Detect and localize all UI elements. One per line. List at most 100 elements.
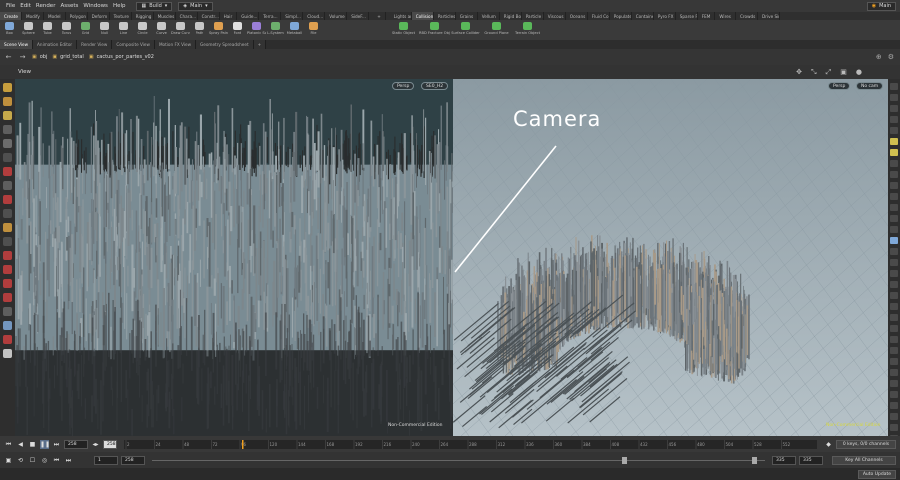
audio-icon[interactable]: ☐: [28, 456, 37, 465]
context-dropdown[interactable]: ◈ Main ▾: [178, 1, 213, 11]
range-end-field-a[interactable]: 258: [121, 455, 145, 465]
display-shaded-icon[interactable]: [890, 116, 898, 123]
snap-grid-icon[interactable]: [3, 167, 12, 176]
pin-icon[interactable]: ⊕: [876, 53, 882, 61]
tool-l-system[interactable]: L-System: [266, 20, 285, 40]
shelf-tab[interactable]: Populate C...: [610, 12, 632, 20]
globe-icon[interactable]: [3, 321, 12, 330]
key-icon[interactable]: ◆: [824, 440, 833, 449]
handle-icon[interactable]: [890, 424, 898, 431]
tool-circle[interactable]: Circle: [133, 20, 152, 40]
display-points-icon[interactable]: [890, 83, 898, 90]
tool-surface-collider[interactable]: Surface Collider: [450, 20, 481, 40]
jump-end-icon[interactable]: ⏭: [52, 440, 61, 449]
pane-tab-animation-editor[interactable]: Animation Editor: [33, 40, 78, 49]
link-icon[interactable]: [890, 325, 898, 332]
rotate-icon[interactable]: [3, 111, 12, 120]
menu-help[interactable]: Help: [113, 3, 126, 9]
magnet-icon[interactable]: [3, 251, 12, 260]
snap-icon[interactable]: ⤡: [811, 68, 817, 77]
geometry-icon[interactable]: [890, 259, 898, 266]
pane-tab-composite-view[interactable]: Composite View: [112, 40, 155, 49]
shelf-tab[interactable]: Rigid Bodies: [500, 12, 522, 20]
shelf-tab[interactable]: Sparse Pyr...: [676, 12, 698, 20]
shelf-tab[interactable]: Cloud...: [303, 12, 326, 20]
tool-ground-plane[interactable]: Ground Plane: [481, 20, 512, 40]
tool-rbd-fracture-object[interactable]: RBD Fracture Object: [419, 20, 450, 40]
back-arrow-icon[interactable]: ←: [4, 53, 13, 62]
pane-tab-geometry-spreadsheet[interactable]: Geometry Spreadsheet: [196, 40, 254, 49]
display-normals-icon[interactable]: [890, 94, 898, 101]
shelf-tab[interactable]: Create: [0, 12, 22, 20]
render-icon[interactable]: [3, 349, 12, 358]
stats-icon[interactable]: [890, 292, 898, 299]
paint-icon[interactable]: [3, 195, 12, 204]
move-icon[interactable]: [3, 97, 12, 106]
shelf-tab[interactable]: Rigging: [132, 12, 154, 20]
pause-icon[interactable]: ❚❚: [40, 439, 50, 449]
range-end-field-c[interactable]: 335: [799, 455, 823, 465]
shelf-tab[interactable]: Collisions: [411, 12, 434, 20]
pane-tab-render-view[interactable]: Render View: [77, 40, 113, 49]
tool-font[interactable]: Font: [228, 20, 247, 40]
scale-icon[interactable]: [3, 125, 12, 134]
shadow-icon[interactable]: [890, 149, 898, 156]
camera-icon[interactable]: ▣: [840, 68, 847, 77]
range-end-icon[interactable]: ⏭: [64, 456, 73, 465]
frame-box[interactable]: 258: [103, 439, 117, 449]
handle-icon[interactable]: [3, 139, 12, 148]
hide-icon[interactable]: [890, 391, 898, 398]
filter-icon[interactable]: [890, 270, 898, 277]
desktop-dropdown[interactable]: ▦ Build ▾: [136, 1, 173, 11]
tool-platonic-solids[interactable]: Platonic Solids: [247, 20, 266, 40]
camera-badge-left[interactable]: SE0_H2: [421, 82, 449, 90]
tool-metaball[interactable]: Metaball: [285, 20, 304, 40]
shelf-tab[interactable]: Texture: [110, 12, 132, 20]
shelf-tab[interactable]: SideF...: [347, 12, 370, 20]
ortho-icon[interactable]: [890, 303, 898, 310]
tool-sphere[interactable]: Sphere: [19, 20, 38, 40]
persp-badge-right[interactable]: Persp: [828, 82, 851, 90]
render-icon[interactable]: [890, 347, 898, 354]
viewport-right[interactable]: Persp No cam Non-Commercial Edition: [453, 79, 888, 436]
shelf-tab[interactable]: Constr...: [198, 12, 220, 20]
shelf-tab[interactable]: Vellum: [478, 12, 500, 20]
select-icon[interactable]: [3, 83, 12, 92]
timeline[interactable]: 2 24 48 72 96 120 144 168 192 216 240 264 288 312 336 3…: [124, 439, 817, 449]
settings-icon[interactable]: ⚙: [888, 53, 894, 61]
lighting-icon[interactable]: [890, 248, 898, 255]
add-pane-tab-icon[interactable]: +: [253, 40, 267, 49]
tool-torus[interactable]: Torus: [57, 20, 76, 40]
tool-line[interactable]: Line: [114, 20, 133, 40]
shelf-tab[interactable]: Model: [44, 12, 66, 20]
display-options-icon[interactable]: ✥: [796, 68, 802, 77]
ghost-icon[interactable]: [890, 160, 898, 167]
shelf-tab[interactable]: Chara...: [176, 12, 198, 20]
pane-tab-motion-fx-view[interactable]: Motion FX View: [154, 40, 197, 49]
menu-assets[interactable]: Assets: [60, 3, 78, 9]
tool-tube[interactable]: Tube: [38, 20, 57, 40]
visualizer-icon[interactable]: [890, 226, 898, 233]
range-slider-handle-start[interactable]: [622, 456, 627, 464]
cam-lock-icon[interactable]: [890, 336, 898, 343]
shelf-tab[interactable]: Terra...: [259, 12, 282, 20]
target-icon[interactable]: [3, 335, 12, 344]
record-icon[interactable]: ●: [856, 68, 862, 77]
range-slider-handle-end[interactable]: [752, 456, 757, 464]
auto-update-button[interactable]: Auto Update: [857, 469, 896, 479]
tool-box[interactable]: Box: [0, 20, 19, 40]
camera-badge-right[interactable]: No cam: [856, 82, 884, 90]
stop-icon[interactable]: ■: [28, 440, 37, 449]
quad-icon[interactable]: [890, 369, 898, 376]
tool-draw-curve[interactable]: Draw Curve: [171, 20, 190, 40]
tool-file[interactable]: File: [304, 20, 323, 40]
menu-render[interactable]: Render: [36, 3, 56, 9]
shelf-tab[interactable]: Polygon: [66, 12, 88, 20]
guides-icon[interactable]: [890, 193, 898, 200]
path-root[interactable]: ▣ obj: [32, 54, 47, 60]
shelf-tab[interactable]: Modify: [22, 12, 44, 20]
add-shelf-tab-icon[interactable]: +: [373, 12, 386, 20]
tool-terrain-object[interactable]: Terrain Object: [512, 20, 543, 40]
light-icon[interactable]: [890, 127, 898, 134]
viewport-left[interactable]: Persp SE0_H2 Non-Commercial Edition: [15, 79, 453, 436]
